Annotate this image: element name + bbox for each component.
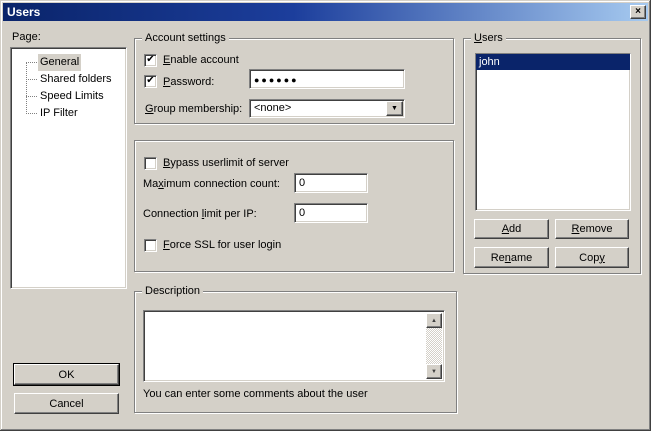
max-connection-count-label: Maximum connection count:: [143, 178, 280, 191]
description-textarea[interactable]: ▲ ▼: [143, 310, 445, 382]
user-list-item[interactable]: john: [476, 54, 630, 70]
force-ssl-checkbox[interactable]: [144, 239, 157, 252]
tree-item-speed-limits[interactable]: Speed Limits: [11, 88, 126, 105]
window-title: Users: [7, 5, 40, 19]
force-ssl-label[interactable]: Force SSL for user login: [163, 239, 281, 252]
connection-limit-per-ip-input[interactable]: [294, 203, 368, 223]
combo-arrow-button[interactable]: ▼: [386, 101, 403, 116]
chevron-down-icon: ▼: [391, 105, 398, 112]
ok-button[interactable]: OK: [14, 364, 119, 385]
tree-item-label: IP Filter: [38, 105, 80, 122]
page-tree: General Shared folders Speed Limits IP F…: [10, 47, 127, 289]
arrow-up-icon: ▲: [431, 318, 437, 324]
rename-user-button[interactable]: Rename: [474, 247, 549, 268]
tree-item-shared-folders[interactable]: Shared folders: [11, 71, 126, 88]
copy-user-button[interactable]: Copy: [555, 247, 629, 268]
group-membership-label: Group membership:: [145, 103, 242, 116]
tree-item-ip-filter[interactable]: IP Filter: [11, 105, 126, 122]
password-label[interactable]: Password:: [163, 76, 214, 89]
group-membership-select[interactable]: <none> ▼: [249, 99, 405, 118]
add-user-button[interactable]: Add: [474, 219, 549, 239]
close-icon: ×: [635, 7, 641, 17]
cancel-button[interactable]: Cancel: [14, 393, 119, 414]
page-label: Page:: [12, 31, 41, 44]
enable-account-checkbox[interactable]: ✔: [144, 54, 157, 67]
scroll-up-button[interactable]: ▲: [426, 313, 442, 328]
tree-item-label: Speed Limits: [38, 88, 106, 105]
enable-account-label[interactable]: Enable account: [163, 54, 239, 67]
users-caption: Users: [471, 32, 506, 45]
tree-item-label: Shared folders: [38, 71, 114, 88]
password-checkbox[interactable]: ✔: [144, 75, 157, 88]
remove-user-button[interactable]: Remove: [555, 219, 629, 239]
tree-connector: [26, 113, 37, 114]
users-dialog: Users × Page: General Shared folders Spe…: [0, 0, 651, 431]
tree-item-label: General: [38, 54, 81, 71]
users-listbox: john: [475, 53, 631, 211]
description-note: You can enter some comments about the us…: [143, 388, 368, 401]
description-caption: Description: [142, 285, 203, 298]
group-membership-value: <none>: [254, 102, 291, 114]
close-button[interactable]: ×: [630, 5, 646, 19]
max-connection-count-input[interactable]: [294, 173, 368, 193]
title-bar: Users ×: [3, 3, 648, 21]
users-group: Users john Add Remove Rename Copy: [463, 38, 641, 274]
scrollbar-track[interactable]: ▲ ▼: [426, 313, 442, 379]
account-settings-group: Account settings ✔ Enable account ✔ Pass…: [134, 38, 454, 124]
bypass-userlimit-label[interactable]: Bypass userlimit of server: [163, 157, 289, 170]
limits-group: Bypass userlimit of server Maximum conne…: [134, 140, 454, 272]
description-group: Description ▲ ▼ You can enter some comme…: [134, 291, 457, 413]
user-name: john: [479, 56, 500, 68]
password-input[interactable]: [249, 69, 405, 89]
scroll-down-button[interactable]: ▼: [426, 364, 442, 379]
tree-connector: [26, 79, 37, 80]
check-icon: ✔: [146, 55, 154, 65]
tree-item-general[interactable]: General: [11, 54, 126, 71]
tree-connector: [26, 62, 37, 63]
bypass-userlimit-checkbox[interactable]: [144, 157, 157, 170]
account-settings-caption: Account settings: [142, 32, 229, 45]
tree-connector: [26, 96, 37, 97]
check-icon: ✔: [146, 76, 154, 86]
arrow-down-icon: ▼: [431, 369, 437, 375]
connection-limit-per-ip-label: Connection limit per IP:: [143, 208, 257, 221]
